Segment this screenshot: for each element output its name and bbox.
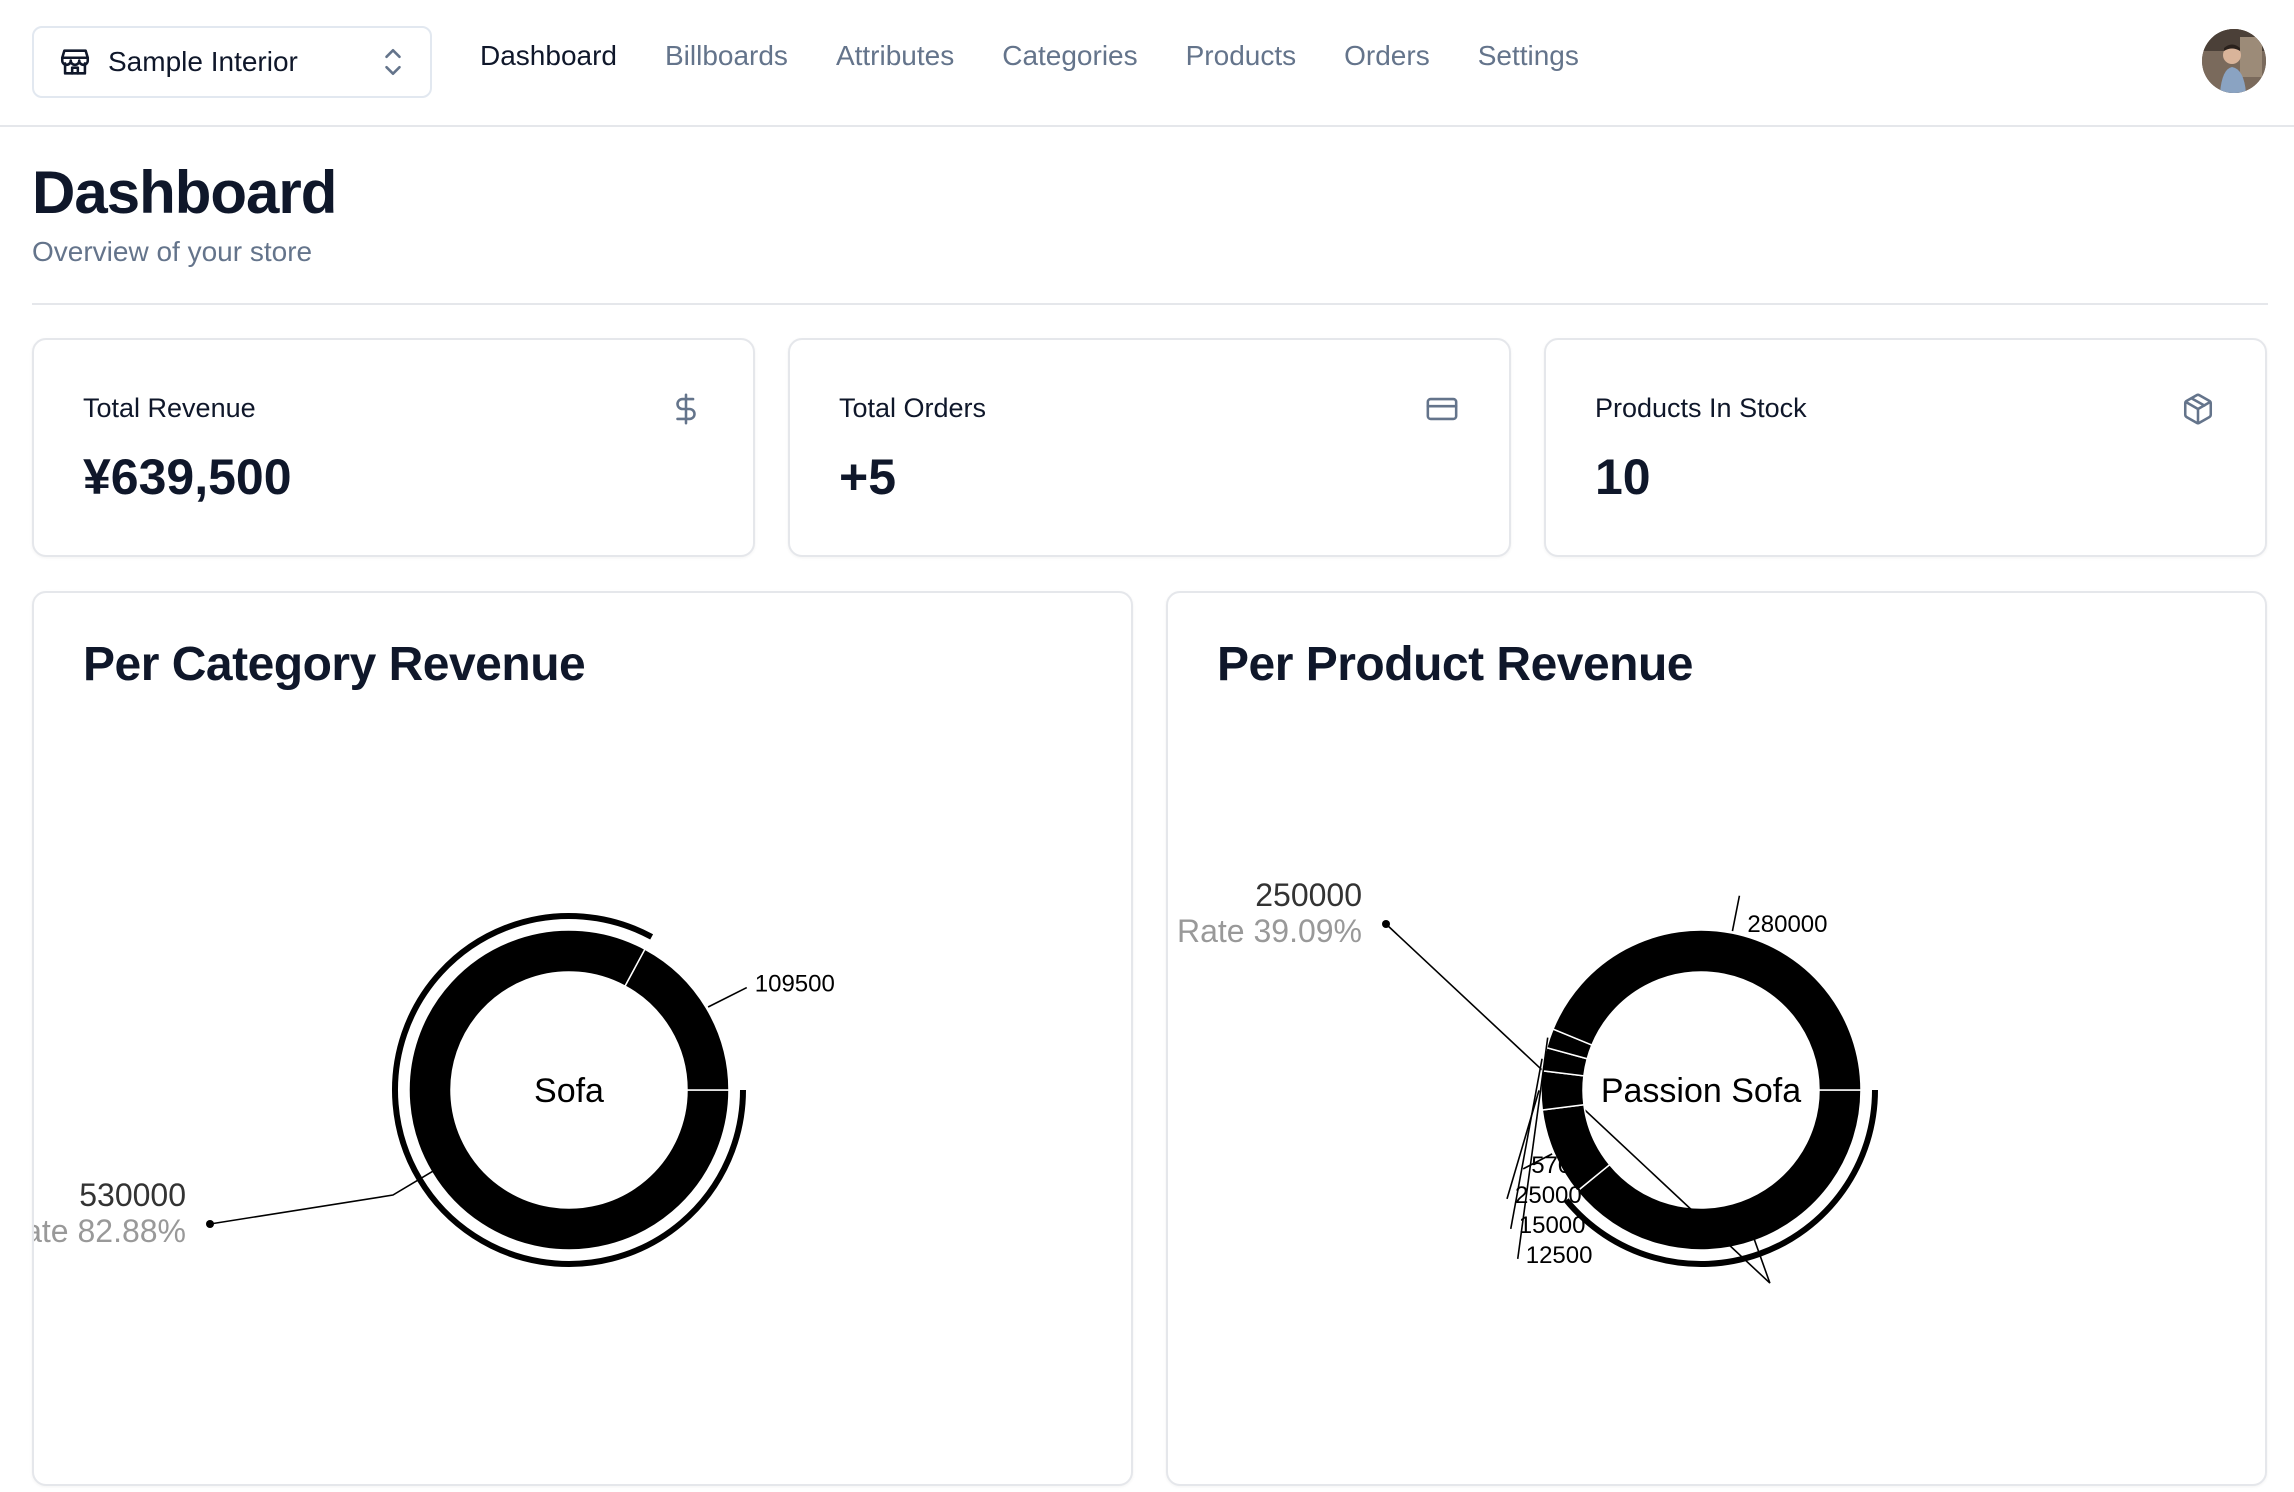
store-switcher[interactable]: Sample Interior	[32, 26, 432, 98]
slice-label-line	[707, 986, 748, 1008]
stat-value: +5	[839, 449, 897, 505]
slice-value-label: 280000	[1747, 911, 1827, 938]
product-revenue-donut: 250000Rate 39.09% 28000057000250001500012…	[1177, 877, 1878, 1284]
nav-products[interactable]: Products	[1186, 40, 1297, 72]
separator	[32, 303, 2268, 305]
slice-rate-label: Rate 39.09%	[1177, 913, 1362, 949]
category-revenue-donut: 530000Rate 82.88% 109500 Sofa	[34, 913, 835, 1267]
credit-card-icon	[1426, 397, 1458, 421]
nav-categories[interactable]: Categories	[1002, 40, 1137, 72]
category-revenue-card: Per Category Revenue 530000Rate 82.88%10…	[32, 591, 1133, 1486]
store-name: Sample Interior	[108, 46, 298, 77]
slice-label-dot	[206, 1220, 214, 1228]
slice-value-label: 57000	[1531, 1152, 1598, 1179]
donut-slice[interactable]	[1540, 1069, 1585, 1111]
slice-value-label: 250000	[1255, 877, 1362, 913]
main-nav: Dashboard Billboards Attributes Categori…	[480, 40, 1627, 72]
products-in-stock-card: Products In Stock 10	[1544, 338, 2267, 557]
donut-center-label: Sofa	[534, 1072, 604, 1110]
slice-label-line	[1731, 895, 1741, 932]
slice-label-line	[209, 1170, 434, 1225]
total-orders-card: Total Orders +5	[788, 338, 1511, 557]
slice-value-label: 15000	[1519, 1212, 1586, 1239]
page-subtitle: Overview of your store	[32, 236, 313, 267]
slice-value-label: 12500	[1526, 1242, 1593, 1269]
stat-value: ¥639,500	[83, 449, 292, 505]
store-icon	[60, 49, 90, 75]
total-revenue-card: Total Revenue ¥639,500	[32, 338, 755, 557]
nav-attributes[interactable]: Attributes	[836, 40, 954, 72]
chevrons-up-down-icon	[385, 49, 401, 75]
page-title: Dashboard	[32, 159, 337, 226]
donut-center-label: Passion Sofa	[1601, 1072, 1801, 1110]
nav-settings[interactable]: Settings	[1478, 40, 1579, 72]
nav-dashboard[interactable]: Dashboard	[480, 40, 617, 72]
user-avatar[interactable]	[2202, 29, 2266, 93]
donut-slice[interactable]	[624, 948, 730, 1091]
nav-billboards[interactable]: Billboards	[665, 40, 788, 72]
nav-orders[interactable]: Orders	[1344, 40, 1430, 72]
stat-label: Total Orders	[839, 393, 987, 423]
slice-value-label: 109500	[755, 971, 835, 998]
dollar-icon	[676, 393, 696, 425]
product-revenue-card: Per Product Revenue 250000 Rate 39.09% 280…	[1166, 591, 2267, 1486]
stat-label: Total Revenue	[83, 393, 256, 423]
slice-label-dot	[1382, 920, 1390, 928]
slice-rate-label: Rate 82.88%	[34, 1213, 186, 1249]
top-navbar: Sample Interior Dashboard Billboards Att…	[0, 0, 2294, 127]
donut-slice[interactable]	[1552, 929, 1862, 1091]
stat-label: Products In Stock	[1595, 393, 1807, 423]
donut-slice[interactable]	[1576, 1089, 1862, 1251]
stat-value: 10	[1595, 449, 1651, 505]
slice-value-label: 530000	[79, 1177, 186, 1213]
package-icon	[2183, 393, 2213, 425]
